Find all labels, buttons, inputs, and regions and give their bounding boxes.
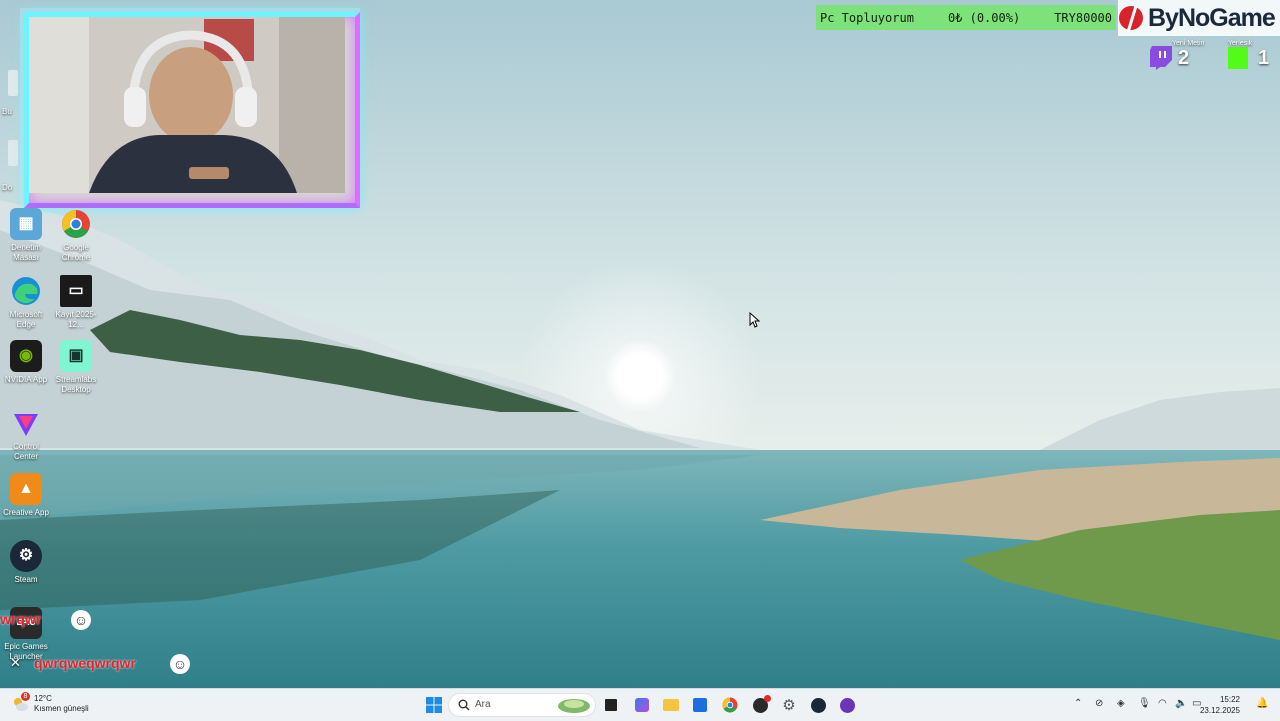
- chat-username: qwrqweqwrqwr: [34, 655, 136, 671]
- chevron-up-icon[interactable]: ⌃: [1074, 698, 1082, 709]
- desktop-icon-label: Steam: [14, 575, 38, 584]
- desktop-icon-creative-app[interactable]: ▲ Creative App: [0, 473, 52, 518]
- webcam-frame: [24, 12, 360, 208]
- clock-time: 15:22: [1219, 695, 1240, 704]
- sub-count: 1: [1258, 47, 1270, 69]
- clock-date: 23.12.2025: [1199, 706, 1240, 715]
- obs-icon: [752, 694, 771, 713]
- search-icon: [458, 699, 470, 711]
- notification-icon[interactable]: 🔔: [1256, 698, 1268, 709]
- desktop-icon-control-panel[interactable]: ▦ Denetim Masası: [0, 208, 52, 263]
- streamlabs-taskbar-button[interactable]: [837, 695, 857, 715]
- chrome-taskbar-button[interactable]: [720, 695, 740, 715]
- task-view-icon: [605, 699, 617, 711]
- taskbar-search-box[interactable]: Ara: [448, 693, 596, 717]
- security-icon[interactable]: ◈: [1117, 698, 1125, 709]
- face-emote-icon: ☺: [71, 610, 91, 630]
- steam-taskbar-button[interactable]: [808, 695, 828, 715]
- creative-app-icon: ▲: [10, 473, 42, 505]
- store-icon: [693, 698, 707, 712]
- desktop-icon-label: Streamlabs Desktop: [55, 375, 97, 394]
- desktop-icon-label: Kayıt 2025-12...: [55, 310, 97, 329]
- face-emote-icon: ☺: [170, 654, 190, 674]
- streamlabs-icon: ▣: [60, 340, 92, 372]
- desktop-icon-recording[interactable]: ▭ Kayıt 2025-12...: [50, 275, 102, 330]
- widgets-icon: [635, 698, 649, 712]
- mouse-cursor-icon: [749, 312, 761, 328]
- desktop-icon-streamlabs[interactable]: ▣ Streamlabs Desktop: [50, 340, 102, 395]
- brand-logo-icon: [1119, 5, 1143, 33]
- chat-username: wrqwr: [0, 611, 42, 627]
- steam-icon: [810, 697, 826, 713]
- weather-desc: Kısmen güneşli: [34, 704, 89, 713]
- windows-start-icon: [426, 697, 442, 713]
- steam-icon: ⚙: [10, 540, 42, 572]
- desktop-icon-chrome[interactable]: Google Chrome: [50, 208, 102, 263]
- twitch-follower-counter: 2 Yeni Metin: [1150, 40, 1204, 72]
- partial-desktop-icon[interactable]: [8, 70, 18, 96]
- network-icon[interactable]: ⊘: [1095, 698, 1103, 709]
- volume-icon[interactable]: 🔈: [1175, 698, 1187, 709]
- wifi-icon[interactable]: ◠: [1158, 698, 1167, 709]
- desktop-icon-label: Control Center: [13, 442, 39, 461]
- speaker-muted-icon: ✕: [10, 655, 21, 670]
- obs-taskbar-button[interactable]: [750, 694, 771, 715]
- settings-icon: ⚙: [782, 697, 796, 714]
- streamlabs-icon: [839, 697, 855, 713]
- kick-sub-counter: 1 Yerlesik: [1226, 40, 1276, 72]
- donation-goal: TRY80000: [1054, 10, 1112, 25]
- brand-logo: ByNoGame: [1118, 0, 1280, 36]
- follower-caption: Yeni Metin: [1172, 40, 1205, 47]
- control-panel-icon: ▦: [10, 208, 42, 240]
- taskbar: 8 12°C Kısmen güneşli Ara ⚙ ⌃ ⊘ ◈ 🎙 ◠ 🔈: [0, 688, 1280, 721]
- chrome-icon: [60, 208, 92, 240]
- donation-title: Pc Topluyorum: [820, 10, 914, 25]
- task-view-button[interactable]: [601, 695, 621, 715]
- follower-count: 2: [1178, 47, 1190, 69]
- partial-icon-label: Do: [2, 183, 13, 192]
- desktop-icon-label: Microsoft Edge: [9, 310, 43, 329]
- desktop-icon-edge[interactable]: Microsoft Edge: [0, 275, 52, 330]
- twitch-icon: [1150, 46, 1172, 70]
- brand-name: ByNoGame: [1148, 3, 1276, 32]
- partial-desktop-icon[interactable]: [8, 140, 18, 166]
- settings-taskbar-button[interactable]: ⚙: [779, 695, 799, 715]
- weather-widget[interactable]: 8 12°C Kısmen güneşli: [12, 692, 89, 714]
- nvidia-icon: ◉: [10, 340, 42, 372]
- desktop-icon-label: Creative App: [3, 508, 49, 517]
- partial-icon-label: Bu: [2, 107, 12, 116]
- file-explorer-icon: [663, 699, 679, 711]
- desktop-icon-label: Google Chrome: [61, 243, 91, 262]
- store-button[interactable]: [690, 695, 710, 715]
- weather-badge: 8: [21, 692, 30, 701]
- donation-goal-bar: Pc Topluyorum 0₺ (0.00%) TRY80000: [816, 5, 1116, 30]
- search-placeholder: Ara: [475, 699, 491, 710]
- control-center-icon: [10, 407, 42, 439]
- desktop-icon-steam[interactable]: ⚙ Steam: [0, 540, 52, 585]
- edge-icon: [10, 275, 42, 307]
- desktop-icon-label: NVIDIA App: [4, 375, 48, 384]
- weather-temp: 12°C: [34, 694, 52, 703]
- sub-caption: Yerlesik: [1228, 40, 1253, 47]
- desktop-icon-label: Denetim Masası: [11, 243, 41, 262]
- file-explorer-button[interactable]: [661, 695, 681, 715]
- search-highlight-icon: [558, 699, 590, 713]
- webcam-overlay: [20, 8, 360, 208]
- desktop-icon-nvidia[interactable]: ◉ NVIDIA App: [0, 340, 52, 385]
- start-button[interactable]: [424, 695, 444, 715]
- desktop-icon-control-center[interactable]: Control Center: [0, 407, 52, 462]
- widgets-button[interactable]: [632, 695, 652, 715]
- taskbar-clock[interactable]: 15:22 23.12.2025: [1200, 694, 1240, 716]
- kick-icon: [1228, 47, 1248, 69]
- microphone-icon[interactable]: 🎙: [1138, 698, 1151, 709]
- streamer-camera-feed: [29, 17, 345, 193]
- chrome-icon: [722, 697, 738, 713]
- donation-amount: 0₺ (0.00%): [947, 10, 1021, 25]
- video-file-icon: ▭: [60, 275, 92, 307]
